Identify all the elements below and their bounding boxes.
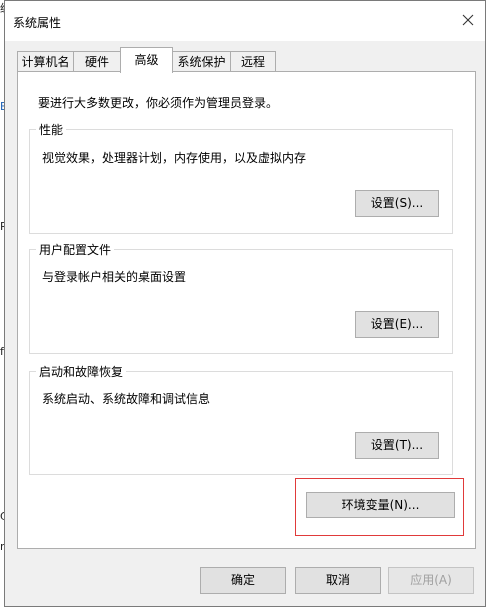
tab-system-protection[interactable]: 系统保护 (172, 51, 231, 71)
performance-settings-button[interactable]: 设置(S)... (355, 190, 439, 217)
advanced-tab-panel: 要进行大多数更改，你必须作为管理员登录。 性能 视觉效果，处理器计划，内存使用，… (17, 71, 476, 549)
startup-recovery-settings-button[interactable]: 设置(T)... (355, 432, 439, 459)
title-bar[interactable]: 系统属性 (5, 1, 485, 41)
cancel-button[interactable]: 取消 (295, 567, 381, 594)
environment-variables-button[interactable]: 环境变量(N)... (306, 492, 455, 518)
tab-hardware[interactable]: 硬件 (73, 51, 121, 71)
apply-button[interactable]: 应用(A) (388, 567, 474, 594)
startup-recovery-group: 启动和故障恢复 系统启动、系统故障和调试信息 设置(T)... (29, 363, 453, 475)
startup-recovery-description: 系统启动、系统故障和调试信息 (42, 392, 211, 406)
tab-remote[interactable]: 远程 (230, 51, 276, 71)
system-properties-dialog: 系统属性 计算机名 硬件 高级 系统保护 远程 要进行大多数更改，你必须作为管理… (4, 0, 486, 607)
tab-computer-name[interactable]: 计算机名 (17, 51, 74, 71)
performance-description: 视觉效果，处理器计划，内存使用，以及虚拟内存 (42, 151, 307, 165)
admin-notice: 要进行大多数更改，你必须作为管理员登录。 (38, 96, 279, 110)
user-profiles-legend: 用户配置文件 (36, 241, 115, 258)
startup-recovery-legend: 启动和故障恢复 (36, 363, 127, 380)
performance-group: 性能 视觉效果，处理器计划，内存使用，以及虚拟内存 设置(S)... (29, 121, 453, 234)
user-profiles-settings-button[interactable]: 设置(E)... (355, 311, 439, 338)
window-title: 系统属性 (13, 16, 62, 30)
close-button[interactable] (457, 9, 479, 31)
close-icon (462, 14, 474, 26)
user-profiles-group: 用户配置文件 与登录帐户相关的桌面设置 设置(E)... (29, 241, 453, 354)
performance-legend: 性能 (36, 121, 67, 138)
ok-button[interactable]: 确定 (200, 567, 286, 594)
user-profiles-description: 与登录帐户相关的桌面设置 (42, 270, 187, 284)
tab-advanced[interactable]: 高级 (120, 47, 173, 73)
